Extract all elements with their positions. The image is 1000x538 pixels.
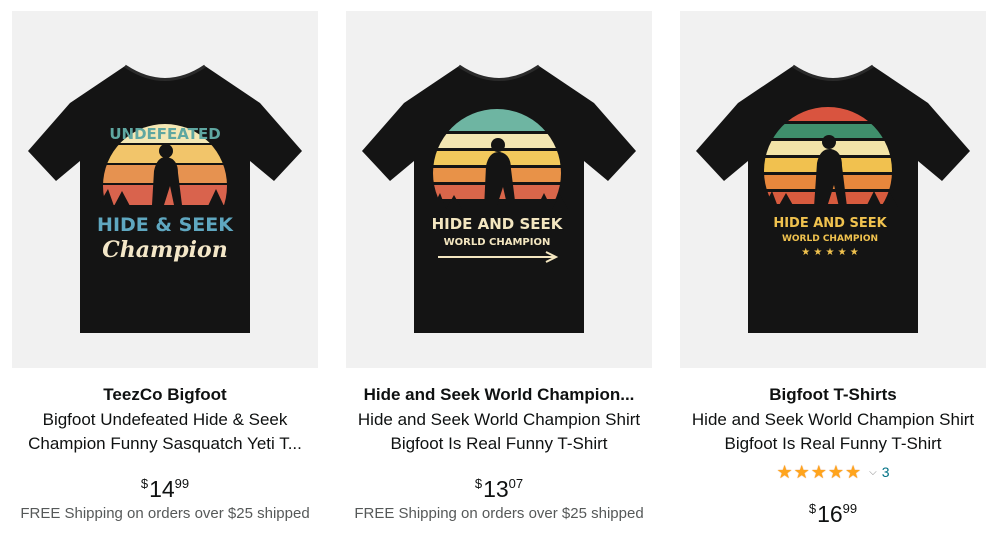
product-title-line-1: Hide and Seek World Champion Shirt bbox=[357, 410, 641, 429]
star-icon: ★ bbox=[810, 462, 827, 482]
rating-count-link[interactable]: 3 bbox=[882, 464, 890, 480]
price-whole: 13 bbox=[483, 476, 509, 502]
product-card-3: HIDE AND SEEK WORLD CHAMPION ★ ★ ★ ★ ★ B… bbox=[680, 0, 986, 538]
price-fraction: 07 bbox=[508, 476, 524, 491]
product-title-link[interactable]: Hide and Seek World Champion Shirt Bigfo… bbox=[334, 408, 664, 456]
shirt-sub-text: WORLD CHAMPION bbox=[782, 234, 878, 244]
chevron-down-icon[interactable]: ⌵ bbox=[869, 467, 877, 478]
product-title-link[interactable]: Hide and Seek World Champion Shirt Bigfo… bbox=[668, 408, 998, 456]
product-title-line-1: Bigfoot Undefeated Hide & Seek bbox=[42, 410, 288, 429]
price-symbol: $ bbox=[808, 501, 817, 516]
shipping-info: FREE Shipping on orders over $25 shipped bbox=[354, 505, 644, 522]
product-title-line-1: Hide and Seek World Champion Shirt bbox=[691, 410, 975, 429]
shirt-main-text: HIDE AND SEEK bbox=[773, 216, 887, 231]
product-image-3[interactable]: HIDE AND SEEK WORLD CHAMPION ★ ★ ★ ★ ★ bbox=[680, 11, 986, 368]
product-card-2: HIDE AND SEEK WORLD CHAMPION Hide and Se… bbox=[346, 0, 652, 538]
star-icon: ★ bbox=[827, 462, 845, 482]
product-image-2[interactable]: HIDE AND SEEK WORLD CHAMPION bbox=[346, 11, 652, 368]
product-title-line-2: Champion Funny Sasquatch Yeti T... bbox=[28, 434, 302, 453]
star-icon: ★ bbox=[845, 462, 862, 482]
product-title-line-2: Bigfoot Is Real Funny T-Shirt bbox=[390, 434, 608, 453]
product-price[interactable]: $1499 bbox=[12, 470, 318, 503]
product-brand[interactable]: TeezCo Bigfoot bbox=[2, 384, 328, 406]
product-price[interactable]: $1307 bbox=[346, 470, 652, 503]
price-symbol: $ bbox=[140, 476, 149, 491]
product-price[interactable]: $1699 bbox=[680, 495, 986, 528]
tshirt-image-2: HIDE AND SEEK WORLD CHAMPION bbox=[362, 64, 636, 333]
rating-stars[interactable]: ★ ★ ★ ★ ★ bbox=[776, 463, 861, 481]
price-whole: 16 bbox=[817, 501, 843, 527]
shirt-main-text: HIDE AND SEEK bbox=[432, 215, 564, 233]
shirt-sub-text: WORLD CHAMPION bbox=[444, 237, 551, 248]
shipping-info: FREE Shipping on orders over $25 shipped bbox=[20, 505, 310, 522]
price-fraction: 99 bbox=[842, 501, 858, 516]
tshirt-image-1: UNDEFEATED HIDE & SEEK Champion bbox=[28, 64, 302, 333]
shirt-stars-text: ★ ★ ★ ★ ★ bbox=[801, 247, 859, 258]
star-icon: ★ bbox=[793, 462, 810, 482]
product-image-1[interactable]: UNDEFEATED HIDE & SEEK Champion bbox=[12, 11, 318, 368]
product-title-line-2: Bigfoot Is Real Funny T-Shirt bbox=[724, 434, 942, 453]
shirt-script-text: Champion bbox=[102, 237, 227, 263]
price-whole: 14 bbox=[149, 476, 175, 502]
price-fraction: 99 bbox=[174, 476, 190, 491]
product-rating: ★ ★ ★ ★ ★ ⌵ 3 bbox=[680, 461, 986, 483]
product-brand[interactable]: Bigfoot T-Shirts bbox=[670, 384, 996, 406]
price-symbol: $ bbox=[474, 476, 483, 491]
shirt-arc-text: UNDEFEATED bbox=[109, 125, 220, 143]
tshirt-image-3: HIDE AND SEEK WORLD CHAMPION ★ ★ ★ ★ ★ bbox=[696, 64, 970, 333]
product-brand[interactable]: Hide and Seek World Champion... bbox=[336, 384, 662, 406]
product-card-1: UNDEFEATED HIDE & SEEK Champion TeezCo B… bbox=[12, 0, 318, 538]
product-title-link[interactable]: Bigfoot Undefeated Hide & Seek Champion … bbox=[0, 408, 330, 456]
star-icon: ★ bbox=[776, 462, 793, 482]
shirt-main-text: HIDE & SEEK bbox=[97, 214, 234, 236]
